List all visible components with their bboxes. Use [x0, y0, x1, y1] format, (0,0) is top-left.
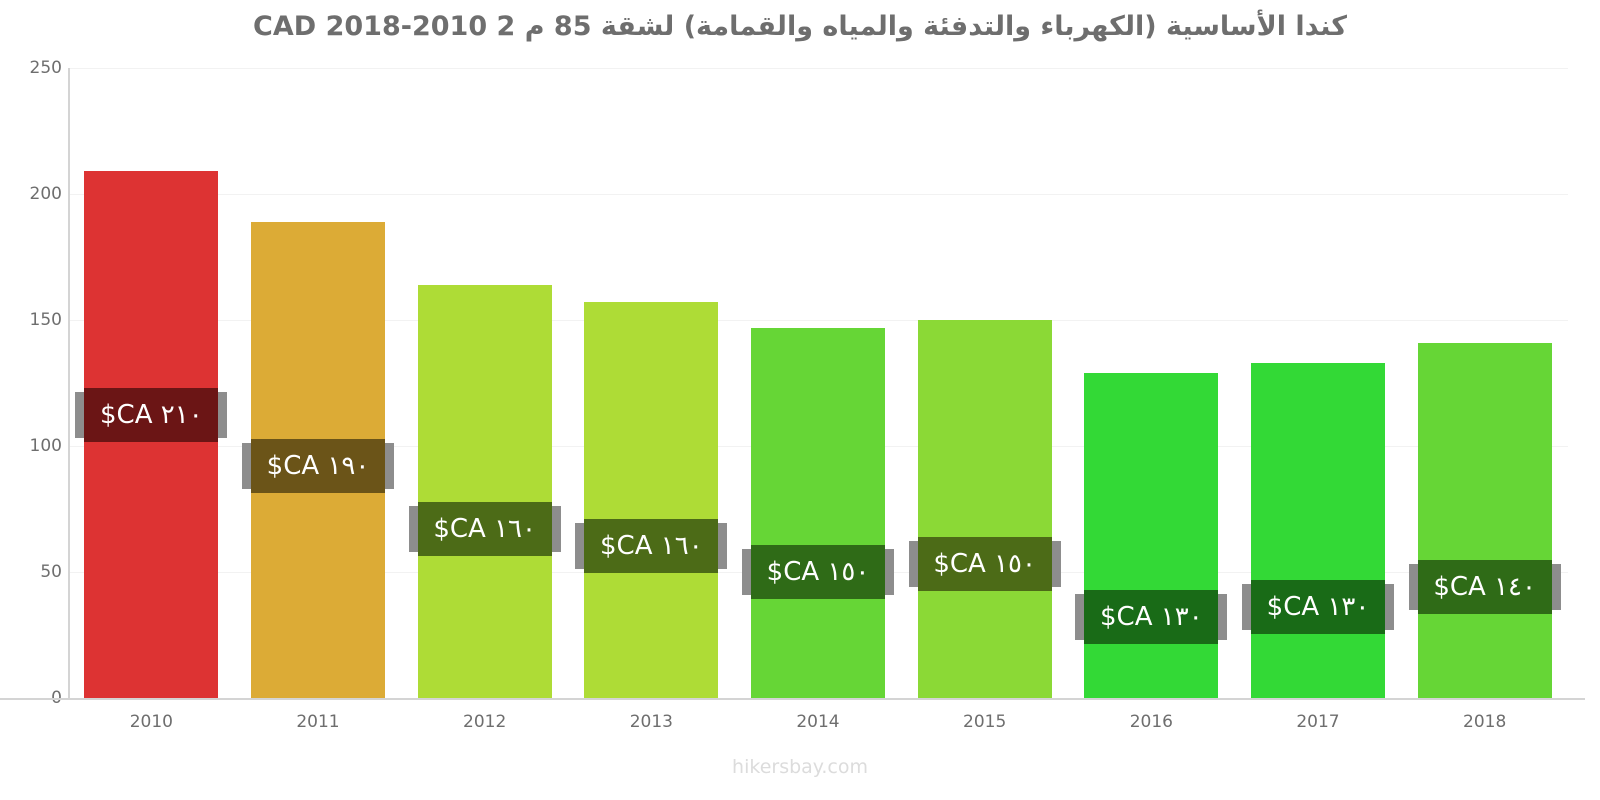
value-label-shadow-left — [575, 523, 585, 570]
value-label-shadow-right — [1551, 563, 1561, 610]
x-axis-tick-label: 2015 — [963, 712, 1007, 732]
value-label-text: ٢١٠ CA$ — [100, 400, 203, 431]
bar-slot — [584, 68, 719, 698]
y-axis-tick-label: 150 — [29, 310, 62, 330]
bar-value-label: ١٣٠ CA$ — [1242, 579, 1394, 634]
value-label-text: ١٦٠ CA$ — [433, 513, 536, 544]
value-label-shadow-right — [385, 442, 394, 489]
x-axis-tick-label: 2010 — [129, 712, 173, 732]
bar-value-label: ١٩٠ CA$ — [242, 438, 394, 493]
page-title: كندا الأساسية (الكهرباء والتدفئة والمياه… — [253, 11, 1347, 42]
bar[interactable] — [417, 284, 552, 698]
bar[interactable] — [1084, 372, 1219, 698]
bar-slot — [751, 68, 885, 698]
y-axis-tick-label: 200 — [29, 184, 62, 204]
value-label-text: ١٥٠ CA$ — [766, 556, 870, 587]
value-label-shadow-right — [885, 548, 894, 595]
value-label-text: ١٩٠ CA$ — [266, 450, 370, 481]
y-axis-tick-label: 100 — [29, 436, 62, 456]
plot-area: ٢١٠ CA$ ١٩٠ CA$ ١٦٠ CA$ ١٦٠ CA$ ١٥٠ CA$ ١٥٠ C… — [68, 68, 1568, 699]
x-axis-tick-label: 2013 — [629, 712, 673, 732]
x-axis-tick-label: 2016 — [1129, 712, 1173, 732]
bar[interactable] — [1417, 342, 1552, 698]
bar-value-label: ١٥٠ CA$ — [742, 544, 894, 599]
x-axis-tick-label: 2011 — [296, 712, 340, 732]
value-label-shadow-right — [1218, 593, 1228, 640]
value-label-shadow-left — [908, 541, 918, 587]
x-axis-tick-label: 2018 — [1463, 712, 1507, 732]
value-label-text: ١٥٠ CA$ — [933, 549, 1036, 579]
bar[interactable] — [917, 320, 1052, 698]
value-label-shadow-right — [1385, 583, 1394, 630]
value-label-text: ١٦٠ CA$ — [600, 531, 703, 562]
bar-slot — [917, 68, 1052, 698]
bar-value-label: ١٤٠ CA$ — [1408, 559, 1561, 614]
x-axis-tick-label: 2017 — [1296, 712, 1340, 732]
bar-slot — [84, 68, 219, 698]
bar-slot — [251, 68, 385, 698]
bar-value-label: ١٦٠ CA$ — [575, 519, 728, 574]
y-axis-label-group: 050100150200250 — [0, 0, 62, 800]
value-label-shadow-left — [1408, 563, 1418, 610]
footer-credit: hikersbay.com — [732, 756, 868, 778]
bar-value-label: ١٣٠ CA$ — [1075, 589, 1228, 644]
value-label-shadow-right — [551, 505, 561, 552]
y-axis-tick-label: 50 — [40, 562, 62, 582]
value-label-shadow-left — [1242, 583, 1251, 630]
bar-value-label: ١٥٠ CA$ — [908, 537, 1061, 591]
x-axis-tick-label: 2014 — [796, 712, 840, 732]
value-label-shadow-right — [718, 523, 728, 570]
y-axis-tick-label: 250 — [29, 58, 62, 78]
chart-page: كندا الأساسية (الكهرباء والتدفئة والمياه… — [0, 0, 1600, 800]
value-label-shadow-left — [408, 505, 418, 552]
value-label-shadow-left — [1075, 593, 1085, 640]
bar-value-label: ١٦٠ CA$ — [408, 501, 561, 556]
bar-value-label: ٢١٠ CA$ — [75, 388, 228, 443]
value-label-shadow-left — [75, 392, 85, 439]
x-axis-tick-label: 2012 — [463, 712, 507, 732]
value-label-shadow-right — [1051, 541, 1061, 587]
value-label-text: ١٣٠ CA$ — [1266, 591, 1370, 622]
x-axis-line — [0, 698, 1585, 700]
value-label-text: ١٤٠ CA$ — [1433, 571, 1536, 602]
value-label-shadow-left — [242, 442, 251, 489]
value-label-shadow-right — [218, 392, 228, 439]
bar[interactable] — [584, 302, 719, 698]
y-axis-line — [68, 68, 70, 698]
bar-slot — [417, 68, 552, 698]
value-label-text: ١٣٠ CA$ — [1100, 601, 1203, 632]
value-label-shadow-left — [742, 548, 751, 595]
bar[interactable] — [1251, 362, 1385, 698]
bar[interactable] — [751, 327, 885, 698]
